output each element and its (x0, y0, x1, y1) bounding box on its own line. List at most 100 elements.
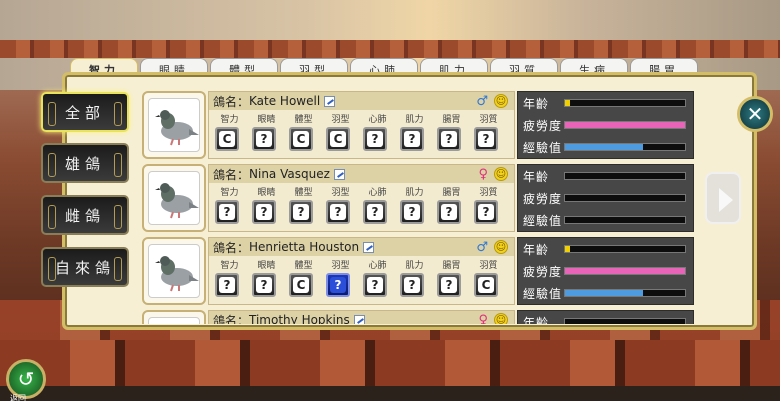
trait-grade-badge[interactable]: ? (215, 273, 239, 297)
trait-grade: ? (256, 131, 272, 147)
age-bar-fill (565, 246, 570, 252)
trait-grade-badge[interactable]: ? (400, 200, 424, 224)
fatigue-bar (564, 194, 686, 202)
pigeon-row[interactable]: 鴿名：Timothy Hopkins♀☺智力眼睛體型羽型心肺肌力腸胃羽質年齡疲勞… (142, 310, 694, 324)
name-prefix: 鴿名： (213, 167, 250, 182)
trait-badges: C? C C???? (209, 127, 514, 151)
close-button[interactable]: ✕ (737, 96, 773, 132)
trait-grade-badge[interactable]: ? (252, 127, 276, 151)
trait-grade: C (330, 131, 346, 147)
next-page-button[interactable] (705, 172, 741, 224)
stat-label: 經驗值 (523, 286, 563, 301)
trait-grade-badge[interactable]: C (215, 127, 239, 151)
trait-grade-badge[interactable]: ? (363, 127, 387, 151)
trait-grade: ? (367, 131, 383, 147)
trait-grade-badge[interactable]: ? (400, 127, 424, 151)
pigeon-name-bar: 鴿名： Kate Howell ♂ ☺ (209, 92, 514, 110)
trait-grade-badge[interactable]: ? (474, 200, 498, 224)
trait-label: 腸胃 (442, 115, 461, 125)
edit-name-icon[interactable] (324, 95, 336, 107)
trait-label: 心肺 (368, 261, 387, 271)
trait-grade: ? (367, 277, 383, 293)
female-icon: ♀ (478, 167, 488, 182)
pigeon-stats: 年齡疲勞度經驗值 (517, 164, 694, 232)
trait-grade-badge[interactable]: C (474, 273, 498, 297)
trait-grade-badge[interactable]: ? (289, 200, 313, 224)
trait-label: 智力 (220, 188, 239, 198)
trait-label: 眼睛 (257, 115, 276, 125)
stat-row-age: 年齡 (518, 92, 693, 114)
trait-grade: ? (219, 277, 235, 293)
mood-smiley-icon: ☺ (494, 313, 508, 324)
trait-label: 羽型 (331, 115, 350, 125)
trait-grade-badge[interactable]: ? (215, 200, 239, 224)
edit-name-icon[interactable] (363, 241, 375, 253)
trait-grade-badge[interactable]: ? (252, 273, 276, 297)
pigeon-portrait[interactable] (142, 91, 206, 159)
stat-label: 年齡 (523, 169, 550, 184)
filter-all-button[interactable]: 全部 (41, 92, 129, 132)
pigeon-icon (155, 256, 199, 292)
fatigue-bar (564, 121, 686, 129)
pigeon-image (148, 317, 200, 324)
pigeon-row[interactable]: 鴿名： Henrietta Houston ♂ ☺ 智力 眼睛 體型 羽型 心肺 肌力 腸胃 羽質??… (142, 237, 694, 307)
trait-label: 眼睛 (257, 261, 276, 271)
trait-grade-badge[interactable]: ? (252, 200, 276, 224)
trait-label: 眼睛 (257, 188, 276, 198)
trait-label: 羽質 (479, 188, 498, 198)
edit-name-icon[interactable] (333, 168, 345, 180)
trait-grade-badge[interactable]: ? (326, 273, 350, 297)
background-roofs (0, 40, 780, 58)
trait-grade-badge[interactable]: ? (437, 127, 461, 151)
age-bar (564, 245, 686, 253)
trait-grade: ? (219, 204, 235, 220)
trait-grade-badge[interactable]: ? (400, 273, 424, 297)
male-icon: ♂ (476, 94, 488, 109)
trait-label: 肌力 (405, 261, 424, 271)
age-bar (564, 99, 686, 107)
trait-grade: ? (404, 131, 420, 147)
trait-grade-badge[interactable]: ? (437, 200, 461, 224)
trait-grade: ? (293, 204, 309, 220)
name-prefix: 鴿名： (213, 313, 250, 325)
trait-labels: 智力 眼睛 體型 羽型 心肺 肌力 腸胃 羽質 (209, 112, 514, 125)
trait-grade-badge[interactable]: ? (474, 127, 498, 151)
experience-bar (564, 143, 686, 151)
fatigue-bar-fill (565, 268, 685, 274)
stat-label: 年齡 (523, 315, 550, 325)
stat-label: 疲勞度 (523, 118, 563, 133)
stat-row-fatigue: 疲勞度 (518, 114, 693, 136)
pigeon-image (148, 98, 200, 152)
trait-grade-badge[interactable]: C (289, 127, 313, 151)
pigeon-portrait[interactable] (142, 310, 206, 324)
trait-label: 體型 (294, 261, 313, 271)
trait-grade-badge[interactable]: C (289, 273, 313, 297)
trait-label: 肌力 (405, 115, 424, 125)
trait-grade: ? (330, 204, 346, 220)
trait-grade-badge[interactable]: ? (437, 273, 461, 297)
trait-grade-badge[interactable]: ? (326, 200, 350, 224)
stat-label: 年齡 (523, 96, 550, 111)
age-bar (564, 172, 686, 180)
filter-stray-button[interactable]: 自來鴿 (41, 247, 129, 287)
pigeon-row[interactable]: 鴿名： Nina Vasquez ♀ ☺ 智力 眼睛 體型 羽型 心肺 肌力 腸胃 羽質???????… (142, 164, 694, 234)
male-icon: ♂ (476, 240, 488, 255)
pigeon-row[interactable]: 鴿名： Kate Howell ♂ ☺ 智力 眼睛 體型 羽型 心肺 肌力 腸胃 羽質 C? C C????… (142, 91, 694, 161)
filter-male-button[interactable]: 雄鴿 (41, 143, 129, 183)
trait-grade: ? (478, 131, 494, 147)
edit-name-icon[interactable] (353, 314, 365, 324)
pigeon-name: Henrietta Houston (249, 240, 360, 254)
filter-female-button[interactable]: 雌鴿 (41, 195, 129, 235)
trait-grade-badge[interactable]: ? (363, 200, 387, 224)
pigeon-info: 鴿名：Timothy Hopkins♀☺智力眼睛體型羽型心肺肌力腸胃羽質 (208, 310, 515, 324)
trait-label: 羽質 (479, 261, 498, 271)
stat-row-age: 年齡 (518, 311, 693, 324)
pigeon-portrait[interactable] (142, 237, 206, 305)
pigeon-icon (155, 110, 199, 146)
trait-badges: ???????? (209, 200, 514, 224)
trait-label: 體型 (294, 115, 313, 125)
trait-grade-badge[interactable]: ? (363, 273, 387, 297)
pigeon-icon (149, 318, 200, 324)
trait-grade-badge[interactable]: C (326, 127, 350, 151)
pigeon-portrait[interactable] (142, 164, 206, 232)
